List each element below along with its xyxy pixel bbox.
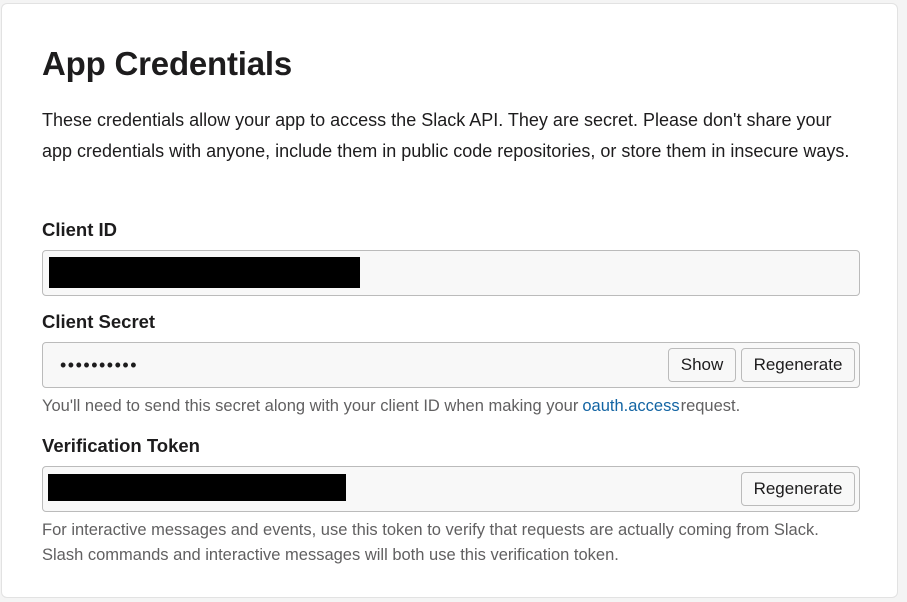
verification-token-redacted-value [48, 474, 346, 501]
oauth-access-link[interactable]: oauth.access [582, 397, 679, 415]
verification-token-field[interactable]: Regenerate [42, 466, 860, 512]
verification-token-label: Verification Token [42, 435, 200, 456]
client-secret-help: You'll need to send this secret along wi… [42, 394, 740, 419]
app-credentials-card: App Credentials These credentials allow … [1, 3, 898, 598]
client-secret-help-suffix: request. [680, 397, 741, 415]
regenerate-secret-button[interactable]: Regenerate [741, 348, 855, 382]
client-secret-label: Client Secret [42, 311, 156, 332]
client-id-label: Client ID [42, 219, 118, 240]
client-id-field[interactable] [42, 250, 860, 296]
client-secret-masked-value: •••••••••• [60, 355, 139, 375]
client-secret-help-text: You'll need to send this secret along wi… [42, 397, 579, 415]
client-secret-field[interactable]: •••••••••• Show Regenerate [42, 342, 860, 388]
regenerate-token-button[interactable]: Regenerate [741, 472, 855, 506]
client-id-redacted-value [49, 257, 360, 288]
section-title: App Credentials [42, 45, 293, 82]
section-description: These credentials allow your app to acce… [42, 110, 850, 161]
show-secret-button[interactable]: Show [668, 348, 736, 382]
verification-token-help: For interactive messages and events, use… [42, 521, 819, 564]
